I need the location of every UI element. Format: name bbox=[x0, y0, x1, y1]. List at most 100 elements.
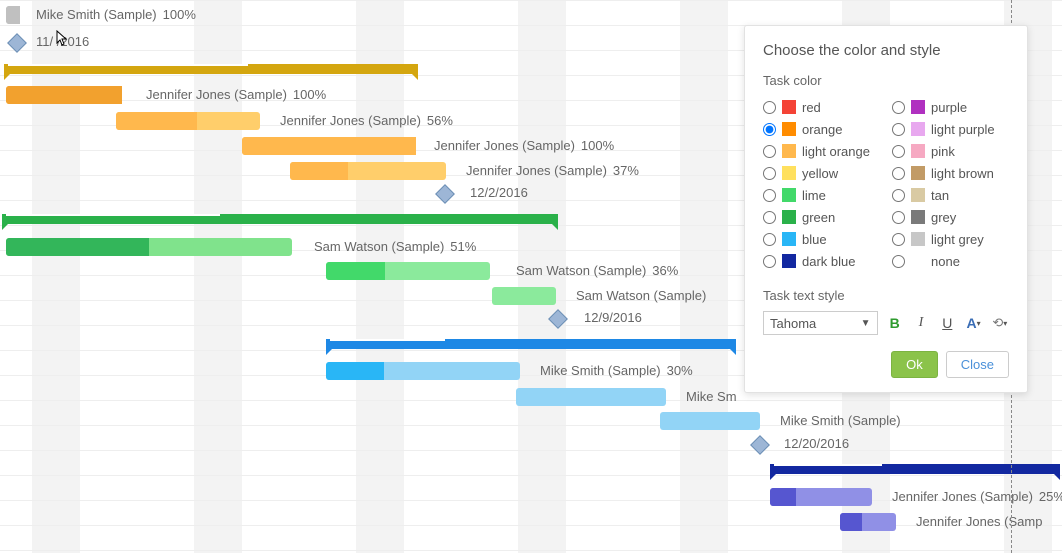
color-option-light-brown[interactable]: light brown bbox=[892, 162, 1009, 184]
color-radio[interactable] bbox=[763, 255, 776, 268]
underline-button[interactable]: U bbox=[938, 313, 956, 333]
color-swatch bbox=[911, 254, 925, 268]
color-radio[interactable] bbox=[763, 123, 776, 136]
color-option-dark-blue[interactable]: dark blue bbox=[763, 250, 880, 272]
task-label: Sam Watson (Sample) bbox=[576, 288, 706, 303]
task-percent: 30% bbox=[667, 363, 693, 378]
task-bar[interactable] bbox=[6, 238, 292, 256]
color-option-light-purple[interactable]: light purple bbox=[892, 118, 1009, 140]
task-label: Jennifer Jones (Samp bbox=[916, 514, 1042, 529]
task-bar[interactable] bbox=[770, 488, 872, 506]
summary-bar[interactable] bbox=[770, 464, 1060, 474]
color-option-lime[interactable]: lime bbox=[763, 184, 880, 206]
task-percent: 100% bbox=[581, 138, 614, 153]
task-label: Jennifer Jones (Sample)100% bbox=[146, 87, 326, 102]
task-bar[interactable] bbox=[326, 262, 490, 280]
ok-button[interactable]: Ok bbox=[891, 351, 938, 378]
color-option-purple[interactable]: purple bbox=[892, 96, 1009, 118]
summary-bar[interactable] bbox=[2, 214, 558, 224]
color-swatch bbox=[911, 144, 925, 158]
font-select[interactable]: Tahoma ▼ bbox=[763, 311, 878, 335]
task-bar[interactable] bbox=[290, 162, 446, 180]
color-option-light-grey[interactable]: light grey bbox=[892, 228, 1009, 250]
color-option-grey[interactable]: grey bbox=[892, 206, 1009, 228]
color-radio[interactable] bbox=[892, 233, 905, 246]
color-radio[interactable] bbox=[892, 101, 905, 114]
color-style-panel: Choose the color and style Task color re… bbox=[744, 25, 1028, 393]
task-color-label: Task color bbox=[763, 73, 1009, 88]
milestone-date: 12/20/2016 bbox=[784, 436, 849, 451]
color-name: blue bbox=[802, 232, 827, 247]
color-option-light-orange[interactable]: light orange bbox=[763, 140, 880, 162]
color-radio[interactable] bbox=[763, 145, 776, 158]
color-option-orange[interactable]: orange bbox=[763, 118, 880, 140]
color-radio[interactable] bbox=[892, 145, 905, 158]
color-option-none[interactable]: none bbox=[892, 250, 1009, 272]
color-swatch bbox=[911, 100, 925, 114]
task-bar[interactable] bbox=[116, 112, 260, 130]
color-name: purple bbox=[931, 100, 967, 115]
color-name: orange bbox=[802, 122, 842, 137]
color-option-red[interactable]: red bbox=[763, 96, 880, 118]
close-button[interactable]: Close bbox=[946, 351, 1009, 378]
task-bar[interactable] bbox=[840, 513, 896, 531]
color-name: dark blue bbox=[802, 254, 855, 269]
color-option-tan[interactable]: tan bbox=[892, 184, 1009, 206]
color-name: light brown bbox=[931, 166, 994, 181]
color-name: tan bbox=[931, 188, 949, 203]
bold-button[interactable]: B bbox=[886, 313, 904, 333]
summary-bar[interactable] bbox=[326, 339, 736, 349]
task-percent: 51% bbox=[450, 239, 476, 254]
color-option-blue[interactable]: blue bbox=[763, 228, 880, 250]
italic-button[interactable]: I bbox=[912, 313, 930, 333]
color-radio[interactable] bbox=[763, 233, 776, 246]
milestone-date: 12/2/2016 bbox=[470, 185, 528, 200]
color-name: none bbox=[931, 254, 960, 269]
color-name: red bbox=[802, 100, 821, 115]
task-label: Jennifer Jones (Sample)56% bbox=[280, 113, 453, 128]
color-name: yellow bbox=[802, 166, 838, 181]
color-swatch bbox=[782, 188, 796, 202]
color-name: light purple bbox=[931, 122, 995, 137]
task-label: Sam Watson (Sample)36% bbox=[516, 263, 678, 278]
task-label: Mike Smith (Sample)100% bbox=[36, 7, 196, 22]
task-label: Mike Smith (Sample) bbox=[780, 413, 901, 428]
color-radio[interactable] bbox=[892, 123, 905, 136]
color-swatch bbox=[782, 122, 796, 136]
color-radio[interactable] bbox=[763, 167, 776, 180]
color-name: light orange bbox=[802, 144, 870, 159]
color-swatch bbox=[782, 166, 796, 180]
color-radio[interactable] bbox=[763, 101, 776, 114]
color-radio[interactable] bbox=[892, 189, 905, 202]
color-swatch bbox=[911, 210, 925, 224]
color-option-yellow[interactable]: yellow bbox=[763, 162, 880, 184]
task-percent: 37% bbox=[613, 163, 639, 178]
task-bar[interactable] bbox=[660, 412, 760, 430]
task-bar[interactable] bbox=[6, 86, 122, 104]
task-bar[interactable] bbox=[6, 6, 20, 24]
task-label: Sam Watson (Sample)51% bbox=[314, 239, 476, 254]
color-name: lime bbox=[802, 188, 826, 203]
color-option-pink[interactable]: pink bbox=[892, 140, 1009, 162]
task-percent: 56% bbox=[427, 113, 453, 128]
panel-title: Choose the color and style bbox=[763, 42, 1009, 59]
color-swatch bbox=[911, 232, 925, 246]
color-radio[interactable] bbox=[892, 167, 905, 180]
color-option-green[interactable]: green bbox=[763, 206, 880, 228]
task-bar[interactable] bbox=[242, 137, 416, 155]
clear-format-button[interactable]: ⟲▾ bbox=[991, 313, 1009, 333]
color-radio[interactable] bbox=[892, 255, 905, 268]
task-bar[interactable] bbox=[326, 362, 520, 380]
color-swatch bbox=[911, 188, 925, 202]
milestone-diamond[interactable] bbox=[750, 435, 770, 455]
color-swatch bbox=[911, 166, 925, 180]
task-label: Mike Smith (Sample)30% bbox=[540, 363, 693, 378]
summary-bar[interactable] bbox=[4, 64, 418, 74]
color-radio[interactable] bbox=[763, 211, 776, 224]
text-color-button[interactable]: A▾ bbox=[964, 313, 982, 333]
task-bar[interactable] bbox=[492, 287, 556, 305]
color-radio[interactable] bbox=[892, 211, 905, 224]
text-style-label: Task text style bbox=[763, 288, 1009, 303]
task-bar[interactable] bbox=[516, 388, 666, 406]
color-radio[interactable] bbox=[763, 189, 776, 202]
